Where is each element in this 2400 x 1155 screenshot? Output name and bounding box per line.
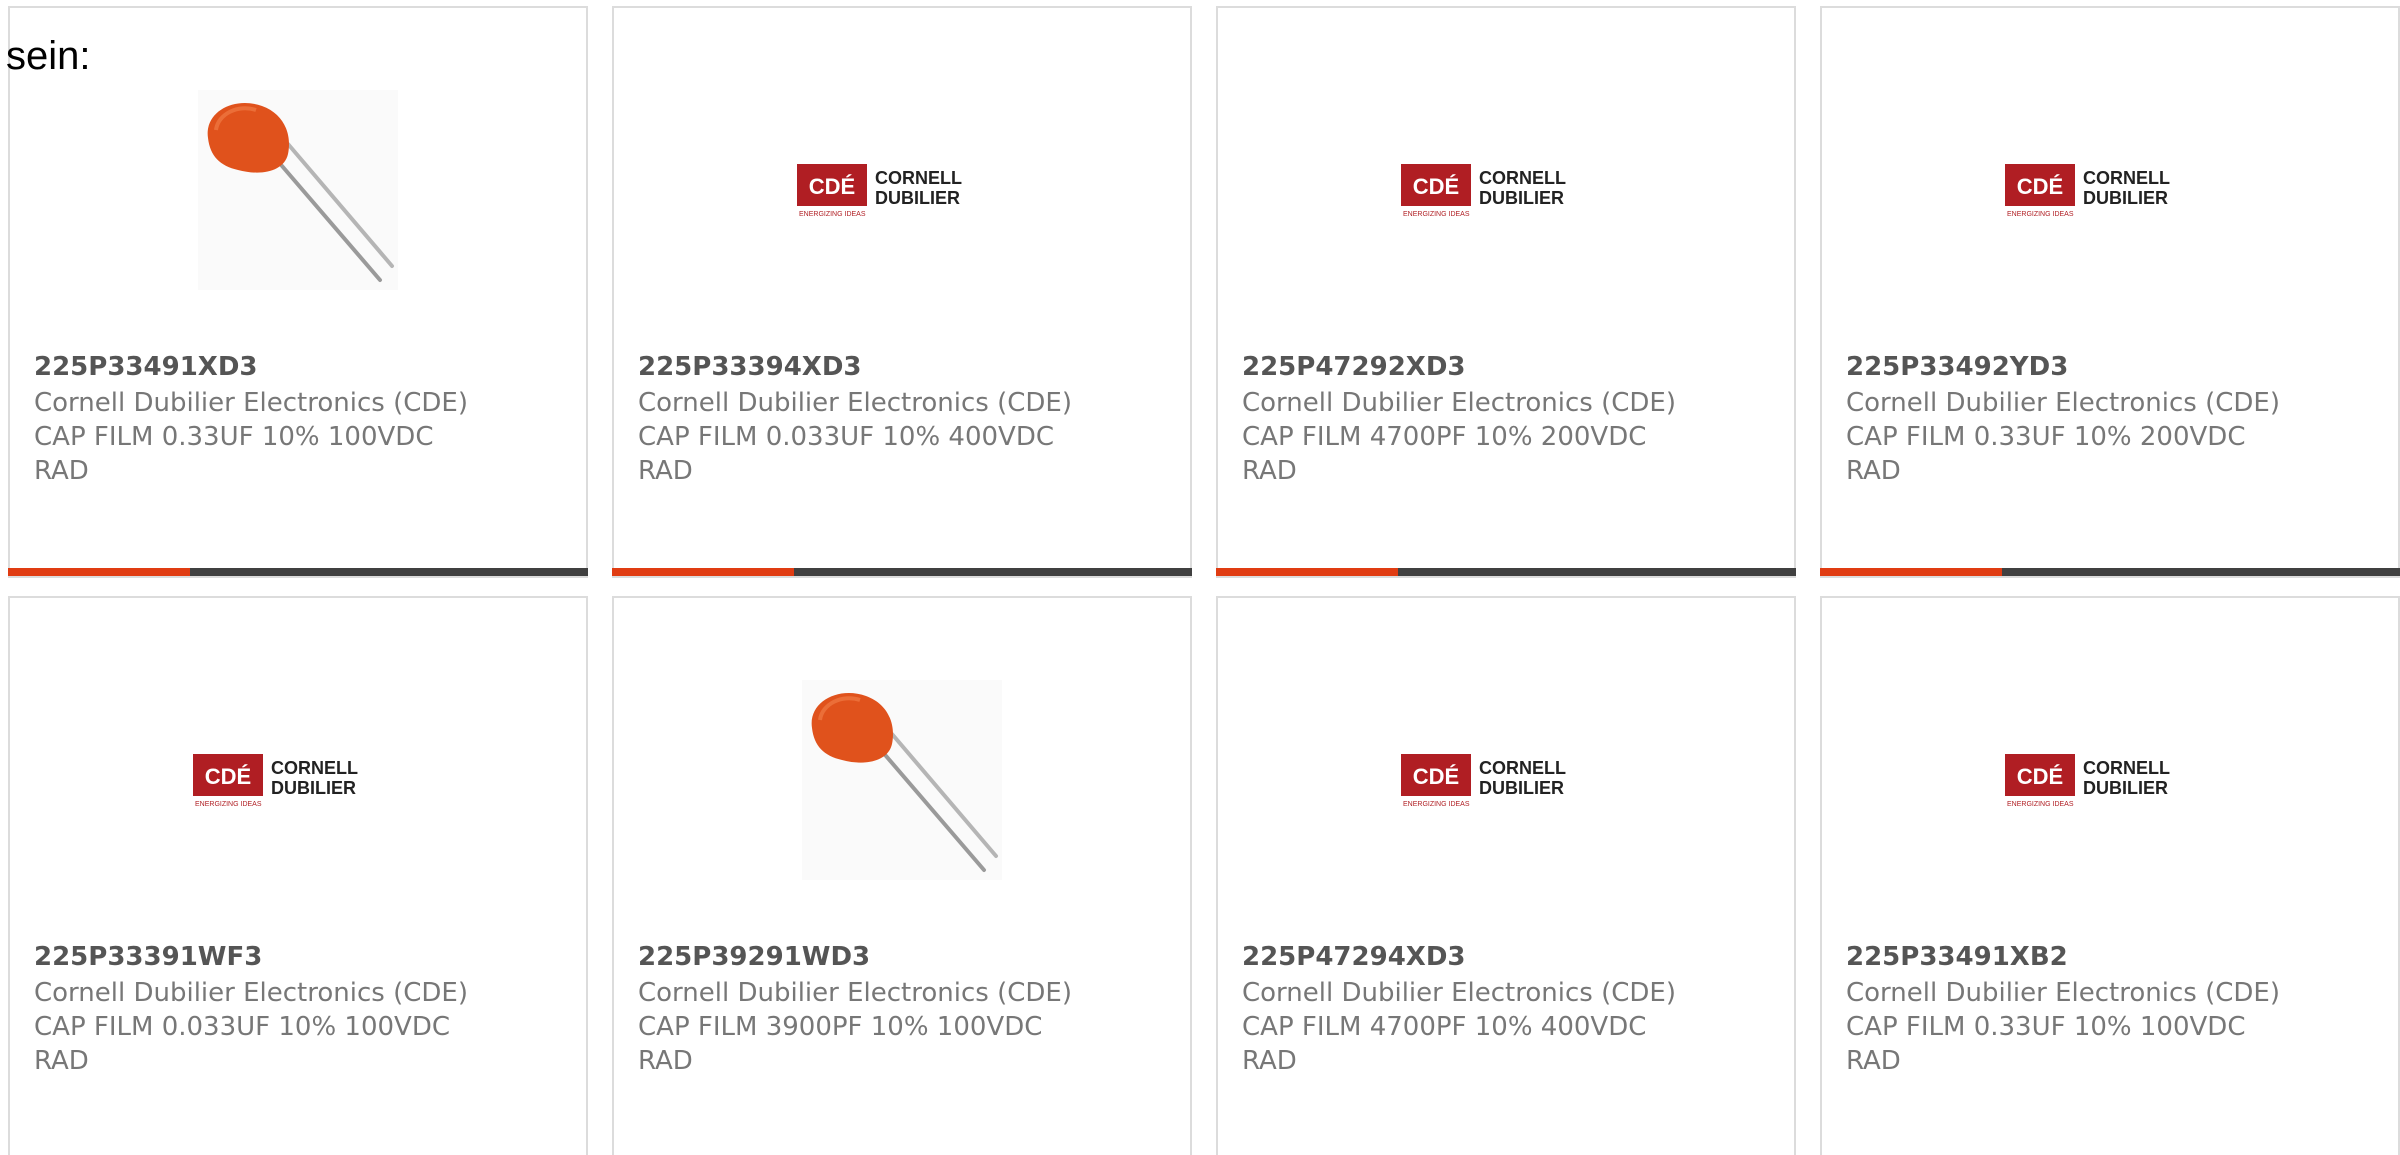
cde-logo: CDÉ CORNELL DUBILIER ENERGIZING IDEAS [193,754,358,808]
product-image: CDÉ CORNELL DUBILIER ENERGIZING IDEAS [1218,80,1794,300]
svg-text:CORNELL: CORNELL [2083,168,2170,188]
manufacturer-name: Cornell Dubilier Electronics (CDE) [638,388,1072,418]
cde-logo: CDÉ CORNELL DUBILIER ENERGIZING IDEAS [797,164,962,218]
product-description: CAP FILM 0.33UF 10% 100VDC [34,422,434,452]
cde-logo: CDÉ CORNELL DUBILIER ENERGIZING IDEAS [2005,754,2170,808]
product-package: RAD [638,1046,693,1076]
product-image: CDÉ CORNELL DUBILIER ENERGIZING IDEAS [614,80,1190,300]
manufacturer-name: Cornell Dubilier Electronics (CDE) [1846,388,2280,418]
product-card[interactable]: CDÉ CORNELL DUBILIER ENERGIZING IDEAS 22… [8,596,588,1155]
card-accent-bar [1216,568,1398,576]
product-package: RAD [1846,1046,1901,1076]
svg-text:CDÉ: CDÉ [809,174,855,199]
part-number[interactable]: 225P47294XD3 [1242,942,1466,972]
cde-logo: CDÉ CORNELL DUBILIER ENERGIZING IDEAS [1401,164,1566,218]
manufacturer-name: Cornell Dubilier Electronics (CDE) [1242,388,1676,418]
svg-text:DUBILIER: DUBILIER [271,778,356,798]
cde-logo: CDÉ CORNELL DUBILIER ENERGIZING IDEAS [2005,164,2170,218]
svg-text:DUBILIER: DUBILIER [2083,188,2168,208]
svg-text:ENERGIZING IDEAS: ENERGIZING IDEAS [2007,211,2074,218]
card-accent-bar [8,568,190,576]
svg-text:CDÉ: CDÉ [205,764,251,789]
svg-text:CDÉ: CDÉ [1413,764,1459,789]
product-package: RAD [1846,456,1901,486]
product-image: CDÉ CORNELL DUBILIER ENERGIZING IDEAS [1822,670,2398,890]
product-package: RAD [34,456,89,486]
product-image [10,80,586,300]
product-image: CDÉ CORNELL DUBILIER ENERGIZING IDEAS [1218,670,1794,890]
product-card[interactable]: CDÉ CORNELL DUBILIER ENERGIZING IDEAS 22… [1216,6,1796,578]
product-description: CAP FILM 0.33UF 10% 200VDC [1846,422,2246,452]
manufacturer-name: Cornell Dubilier Electronics (CDE) [1242,978,1676,1008]
svg-text:CDÉ: CDÉ [1413,174,1459,199]
product-grid-page: sein: 225P33491XD3 Cornell Dubilier Elec… [0,0,2400,1155]
svg-text:ENERGIZING IDEAS: ENERGIZING IDEAS [799,211,866,218]
card-bottom-bar [1216,568,1796,576]
intro-text: sein: [6,34,91,78]
product-package: RAD [1242,1046,1297,1076]
product-card[interactable]: 225P39291WD3 Cornell Dubilier Electronic… [612,596,1192,1155]
product-package: RAD [34,1046,89,1076]
svg-text:CORNELL: CORNELL [1479,168,1566,188]
svg-text:CDÉ: CDÉ [2017,764,2063,789]
svg-text:ENERGIZING IDEAS: ENERGIZING IDEAS [1403,801,1470,808]
svg-text:CORNELL: CORNELL [1479,758,1566,778]
card-bottom-bar [612,568,1192,576]
product-card[interactable]: CDÉ CORNELL DUBILIER ENERGIZING IDEAS 22… [1820,596,2400,1155]
part-number[interactable]: 225P39291WD3 [638,942,870,972]
manufacturer-name: Cornell Dubilier Electronics (CDE) [34,388,468,418]
part-number[interactable]: 225P47292XD3 [1242,352,1466,382]
capacitor-image [198,90,398,290]
svg-text:CORNELL: CORNELL [875,168,962,188]
svg-text:DUBILIER: DUBILIER [2083,778,2168,798]
svg-text:CORNELL: CORNELL [2083,758,2170,778]
svg-text:CORNELL: CORNELL [271,758,358,778]
product-image [614,670,1190,890]
manufacturer-name: Cornell Dubilier Electronics (CDE) [1846,978,2280,1008]
manufacturer-name: Cornell Dubilier Electronics (CDE) [638,978,1072,1008]
product-description: CAP FILM 0.33UF 10% 100VDC [1846,1012,2246,1042]
svg-text:ENERGIZING IDEAS: ENERGIZING IDEAS [2007,801,2074,808]
svg-text:DUBILIER: DUBILIER [1479,778,1564,798]
card-bottom-bar [8,568,588,576]
product-description: CAP FILM 4700PF 10% 200VDC [1242,422,1647,452]
product-card[interactable]: CDÉ CORNELL DUBILIER ENERGIZING IDEAS 22… [1216,596,1796,1155]
cde-logo: CDÉ CORNELL DUBILIER ENERGIZING IDEAS [1401,754,1566,808]
part-number[interactable]: 225P33491XB2 [1846,942,2068,972]
part-number[interactable]: 225P33391WF3 [34,942,262,972]
svg-text:CDÉ: CDÉ [2017,174,2063,199]
card-accent-bar [1820,568,2002,576]
product-package: RAD [1242,456,1297,486]
product-description: CAP FILM 3900PF 10% 100VDC [638,1012,1043,1042]
capacitor-image [802,680,1002,880]
product-image: CDÉ CORNELL DUBILIER ENERGIZING IDEAS [1822,80,2398,300]
part-number[interactable]: 225P33491XD3 [34,352,258,382]
manufacturer-name: Cornell Dubilier Electronics (CDE) [34,978,468,1008]
svg-text:ENERGIZING IDEAS: ENERGIZING IDEAS [195,801,262,808]
svg-text:DUBILIER: DUBILIER [1479,188,1564,208]
product-description: CAP FILM 0.033UF 10% 400VDC [638,422,1055,452]
card-accent-bar [612,568,794,576]
part-number[interactable]: 225P33394XD3 [638,352,862,382]
svg-text:ENERGIZING IDEAS: ENERGIZING IDEAS [1403,211,1470,218]
product-card[interactable]: CDÉ CORNELL DUBILIER ENERGIZING IDEAS 22… [1820,6,2400,578]
svg-text:DUBILIER: DUBILIER [875,188,960,208]
product-card[interactable]: 225P33491XD3 Cornell Dubilier Electronic… [8,6,588,578]
part-number[interactable]: 225P33492YD3 [1846,352,2068,382]
product-card[interactable]: CDÉ CORNELL DUBILIER ENERGIZING IDEAS 22… [612,6,1192,578]
card-bottom-bar [1820,568,2400,576]
product-package: RAD [638,456,693,486]
product-image: CDÉ CORNELL DUBILIER ENERGIZING IDEAS [10,670,586,890]
product-description: CAP FILM 0.033UF 10% 100VDC [34,1012,451,1042]
product-description: CAP FILM 4700PF 10% 400VDC [1242,1012,1647,1042]
